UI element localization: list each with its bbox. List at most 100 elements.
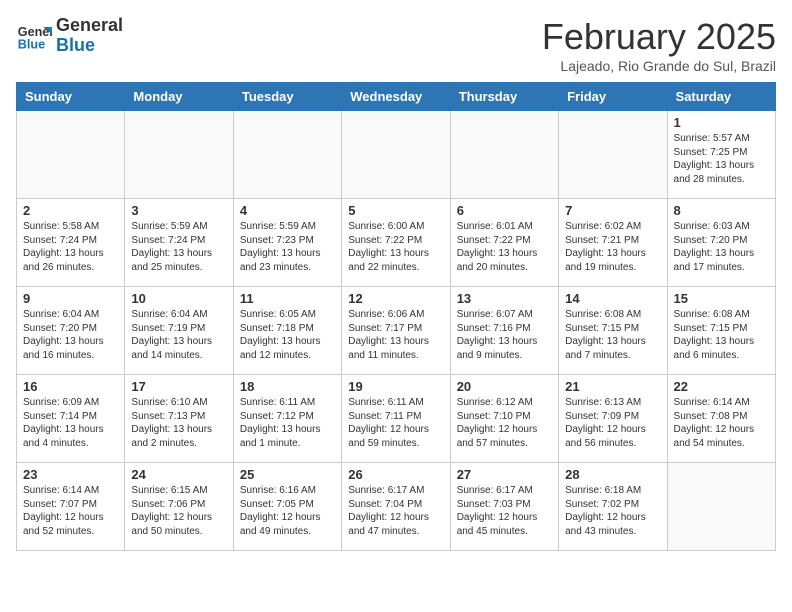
day-info: Sunrise: 6:11 AM Sunset: 7:11 PM Dayligh… [348, 396, 443, 450]
day-number: 16 [23, 379, 118, 394]
calendar-cell: 22Sunrise: 6:14 AM Sunset: 7:08 PM Dayli… [667, 375, 775, 463]
calendar-cell: 15 Sunrise: 6:08 AM Sunset: 7:15 PM Dayli… [667, 287, 775, 375]
day-info: Sunrise: 6:09 AM Sunset: 7:14 PM Dayligh… [23, 396, 118, 450]
month-title: February 2025 [542, 16, 776, 58]
calendar-cell: 12 Sunrise: 6:06 AM Sunset: 7:17 PM Dayli… [342, 287, 450, 375]
day-number: 18 [240, 379, 335, 394]
day-info: Sunrise: 6:03 AM Sunset: 7:20 PM Dayligh… [674, 220, 769, 274]
calendar-cell: 6 Sunrise: 6:01 AM Sunset: 7:22 PM Daylig… [450, 199, 558, 287]
day-number: 21 [565, 379, 660, 394]
day-number: 1 [674, 115, 769, 130]
day-info: Sunrise: 6:17 AM Sunset: 7:03 PM Dayligh… [457, 484, 552, 538]
calendar: SundayMondayTuesdayWednesdayThursdayFrid… [16, 82, 776, 551]
day-number: 12 [348, 291, 443, 306]
day-of-week-header: Monday [125, 83, 233, 111]
logo: General Blue General Blue [16, 16, 123, 56]
day-info: Sunrise: 5:57 AM Sunset: 7:25 PM Dayligh… [674, 132, 769, 186]
day-info: Sunrise: 6:07 AM Sunset: 7:16 PM Dayligh… [457, 308, 552, 362]
day-number: 13 [457, 291, 552, 306]
calendar-cell [125, 111, 233, 199]
location: Lajeado, Rio Grande do Sul, Brazil [542, 58, 776, 74]
calendar-cell: 3 Sunrise: 5:59 AM Sunset: 7:24 PM Daylig… [125, 199, 233, 287]
day-number: 6 [457, 203, 552, 218]
day-info: Sunrise: 6:04 AM Sunset: 7:20 PM Dayligh… [23, 308, 118, 362]
day-number: 20 [457, 379, 552, 394]
day-info: Sunrise: 6:13 AM Sunset: 7:09 PM Dayligh… [565, 396, 660, 450]
calendar-cell: 9 Sunrise: 6:04 AM Sunset: 7:20 PM Daylig… [17, 287, 125, 375]
calendar-week-row: 16 Sunrise: 6:09 AM Sunset: 7:14 PM Dayli… [17, 375, 776, 463]
calendar-cell: 28 Sunrise: 6:18 AM Sunset: 7:02 PM Dayli… [559, 463, 667, 551]
logo-text: General Blue [56, 16, 123, 56]
calendar-cell: 19 Sunrise: 6:11 AM Sunset: 7:11 PM Dayli… [342, 375, 450, 463]
day-number: 19 [348, 379, 443, 394]
calendar-cell: 16 Sunrise: 6:09 AM Sunset: 7:14 PM Dayli… [17, 375, 125, 463]
day-info: Sunrise: 6:14 AM Sunset: 7:07 PM Dayligh… [23, 484, 118, 538]
day-number: 17 [131, 379, 226, 394]
day-info: Sunrise: 5:59 AM Sunset: 7:24 PM Dayligh… [131, 220, 226, 274]
day-number: 24 [131, 467, 226, 482]
calendar-cell [233, 111, 341, 199]
calendar-week-row: 1 Sunrise: 5:57 AM Sunset: 7:25 PM Daylig… [17, 111, 776, 199]
day-number: 5 [348, 203, 443, 218]
day-number: 15 [674, 291, 769, 306]
calendar-cell: 23 Sunrise: 6:14 AM Sunset: 7:07 PM Dayli… [17, 463, 125, 551]
logo-general: General [56, 16, 123, 36]
day-info: Sunrise: 6:18 AM Sunset: 7:02 PM Dayligh… [565, 484, 660, 538]
day-of-week-header: Tuesday [233, 83, 341, 111]
day-number: 25 [240, 467, 335, 482]
calendar-cell [342, 111, 450, 199]
calendar-cell: 8 Sunrise: 6:03 AM Sunset: 7:20 PM Daylig… [667, 199, 775, 287]
day-number: 8 [674, 203, 769, 218]
day-of-week-header: Friday [559, 83, 667, 111]
day-number: 3 [131, 203, 226, 218]
day-of-week-header: Thursday [450, 83, 558, 111]
day-info: Sunrise: 5:58 AM Sunset: 7:24 PM Dayligh… [23, 220, 118, 274]
logo-icon: General Blue [16, 18, 52, 54]
day-number: 28 [565, 467, 660, 482]
day-of-week-header: Saturday [667, 83, 775, 111]
day-info: Sunrise: 6:16 AM Sunset: 7:05 PM Dayligh… [240, 484, 335, 538]
day-info: Sunrise: 6:17 AM Sunset: 7:04 PM Dayligh… [348, 484, 443, 538]
day-number: 9 [23, 291, 118, 306]
calendar-cell: 13 Sunrise: 6:07 AM Sunset: 7:16 PM Dayli… [450, 287, 558, 375]
day-info: Sunrise: 6:15 AM Sunset: 7:06 PM Dayligh… [131, 484, 226, 538]
day-number: 10 [131, 291, 226, 306]
day-info: Sunrise: 6:08 AM Sunset: 7:15 PM Dayligh… [674, 308, 769, 362]
calendar-cell: 5 Sunrise: 6:00 AM Sunset: 7:22 PM Daylig… [342, 199, 450, 287]
logo-blue: Blue [56, 36, 123, 56]
day-info: Sunrise: 6:01 AM Sunset: 7:22 PM Dayligh… [457, 220, 552, 274]
day-number: 23 [23, 467, 118, 482]
day-info: Sunrise: 6:12 AM Sunset: 7:10 PM Dayligh… [457, 396, 552, 450]
calendar-week-row: 23 Sunrise: 6:14 AM Sunset: 7:07 PM Dayli… [17, 463, 776, 551]
page-header: General Blue General Blue February 2025 … [16, 16, 776, 74]
calendar-cell: 1 Sunrise: 5:57 AM Sunset: 7:25 PM Daylig… [667, 111, 775, 199]
day-info: Sunrise: 6:14 AM Sunset: 7:08 PM Dayligh… [674, 396, 769, 450]
calendar-cell: 20 Sunrise: 6:12 AM Sunset: 7:10 PM Dayli… [450, 375, 558, 463]
day-number: 7 [565, 203, 660, 218]
day-number: 27 [457, 467, 552, 482]
day-info: Sunrise: 6:00 AM Sunset: 7:22 PM Dayligh… [348, 220, 443, 274]
calendar-cell: 2 Sunrise: 5:58 AM Sunset: 7:24 PM Daylig… [17, 199, 125, 287]
day-info: Sunrise: 6:08 AM Sunset: 7:15 PM Dayligh… [565, 308, 660, 362]
calendar-cell: 24 Sunrise: 6:15 AM Sunset: 7:06 PM Dayli… [125, 463, 233, 551]
day-of-week-header: Sunday [17, 83, 125, 111]
calendar-header-row: SundayMondayTuesdayWednesdayThursdayFrid… [17, 83, 776, 111]
day-info: Sunrise: 6:10 AM Sunset: 7:13 PM Dayligh… [131, 396, 226, 450]
calendar-cell: 14 Sunrise: 6:08 AM Sunset: 7:15 PM Dayli… [559, 287, 667, 375]
day-number: 2 [23, 203, 118, 218]
calendar-cell [667, 463, 775, 551]
day-number: 4 [240, 203, 335, 218]
calendar-cell [450, 111, 558, 199]
day-info: Sunrise: 6:05 AM Sunset: 7:18 PM Dayligh… [240, 308, 335, 362]
day-info: Sunrise: 5:59 AM Sunset: 7:23 PM Dayligh… [240, 220, 335, 274]
day-info: Sunrise: 6:11 AM Sunset: 7:12 PM Dayligh… [240, 396, 335, 450]
day-of-week-header: Wednesday [342, 83, 450, 111]
calendar-cell: 27 Sunrise: 6:17 AM Sunset: 7:03 PM Dayli… [450, 463, 558, 551]
calendar-cell [559, 111, 667, 199]
day-number: 14 [565, 291, 660, 306]
calendar-week-row: 9 Sunrise: 6:04 AM Sunset: 7:20 PM Daylig… [17, 287, 776, 375]
calendar-week-row: 2 Sunrise: 5:58 AM Sunset: 7:24 PM Daylig… [17, 199, 776, 287]
calendar-cell: 11Sunrise: 6:05 AM Sunset: 7:18 PM Dayli… [233, 287, 341, 375]
day-info: Sunrise: 6:06 AM Sunset: 7:17 PM Dayligh… [348, 308, 443, 362]
calendar-cell: 25 Sunrise: 6:16 AM Sunset: 7:05 PM Dayli… [233, 463, 341, 551]
